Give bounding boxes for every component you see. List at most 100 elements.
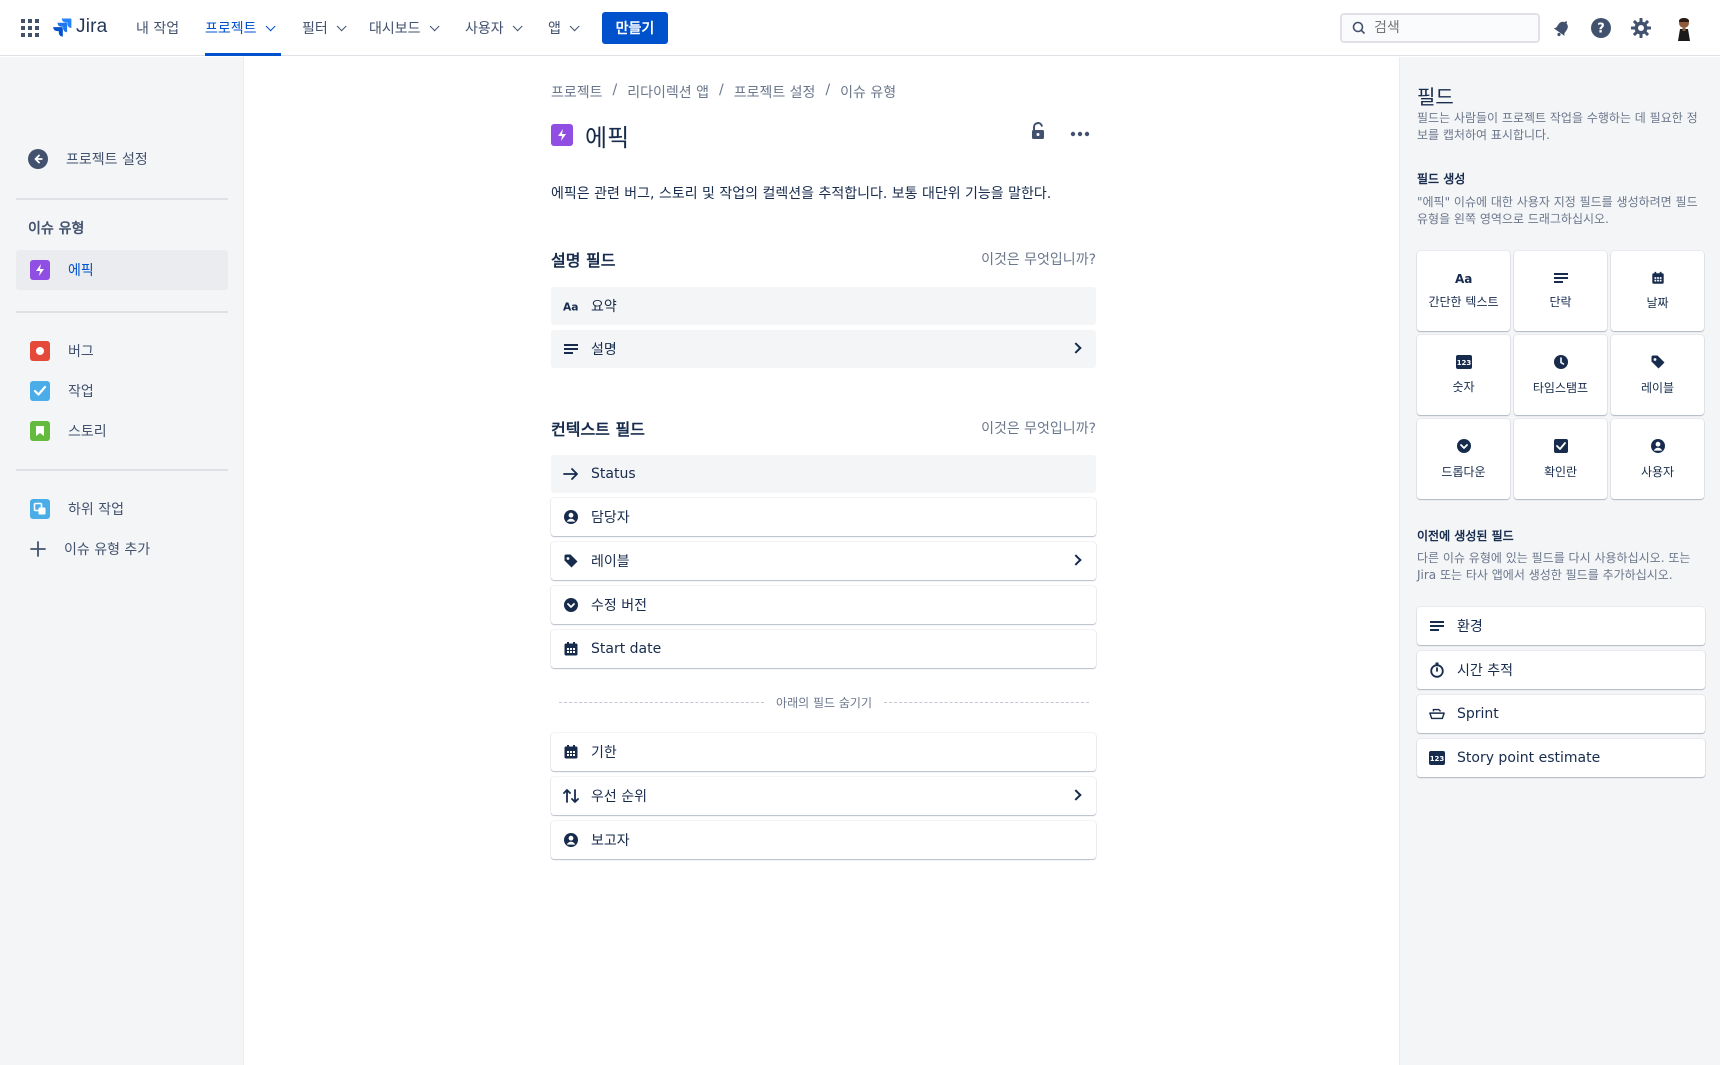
description-fields-header: 설명 필드 이것은 무엇입니까?	[551, 247, 1096, 271]
nav-label: 프로젝트	[205, 21, 257, 37]
tile-label: 단락	[1549, 295, 1572, 309]
tag-icon	[1650, 354, 1666, 373]
nav-my-work[interactable]: 내 작업	[136, 0, 179, 56]
svg-text:123: 123	[1430, 755, 1445, 763]
avatar[interactable]	[1672, 14, 1696, 42]
tile-label: 날짜	[1646, 296, 1669, 310]
field-assignee[interactable]: 담당자	[551, 498, 1096, 536]
chevron-down-icon	[569, 20, 580, 31]
tile-dropdown[interactable]: 드롭다운	[1417, 419, 1510, 499]
jira-logo-icon	[53, 18, 72, 37]
tile-number[interactable]: 123 숫자	[1417, 335, 1510, 415]
nav-filters[interactable]: 필터	[302, 0, 347, 56]
search-box[interactable]	[1340, 13, 1540, 43]
whats-this-link[interactable]: 이것은 무엇입니까?	[981, 418, 1096, 438]
field-reporter[interactable]: 보고자	[551, 821, 1096, 859]
more-actions-icon[interactable]	[1070, 125, 1090, 141]
breadcrumb-link[interactable]: 프로젝트 설정	[734, 82, 816, 102]
field-label: Status	[591, 466, 636, 482]
chevron-down-icon	[512, 20, 523, 31]
prev-field-sprint[interactable]: Sprint	[1417, 695, 1705, 733]
paragraph-icon	[1553, 272, 1568, 287]
section-title: 설명 필드	[551, 251, 616, 270]
epic-icon	[551, 124, 573, 146]
field-start-date[interactable]: Start date	[551, 630, 1096, 668]
user-icon	[563, 509, 579, 525]
text-icon: Aa	[563, 298, 579, 314]
prev-field-environment[interactable]: 환경	[1417, 607, 1705, 645]
create-field-description: "에픽" 이슈에 대한 사용자 지정 필드를 생성하려면 필드 유형을 왼쪽 영…	[1417, 195, 1698, 226]
prev-field-label: Sprint	[1457, 706, 1499, 722]
subtask-icon	[30, 499, 50, 519]
title-row: 에픽	[551, 120, 1096, 152]
svg-text:?: ?	[1597, 22, 1605, 37]
dashed-line	[883, 702, 1090, 703]
chevron-down-icon	[429, 20, 440, 31]
help-icon[interactable]: ?	[1589, 16, 1613, 40]
tile-label: 레이블	[1640, 381, 1675, 395]
sidebar-item-story[interactable]: 스토리	[16, 411, 228, 451]
tile-label: 사용자	[1640, 465, 1675, 479]
notifications-icon[interactable]	[1550, 16, 1574, 40]
tile-label: 확인란	[1543, 465, 1578, 479]
tile-short-text[interactable]: Aa 간단한 텍스트	[1417, 251, 1510, 331]
unlock-icon[interactable]	[1030, 122, 1046, 144]
app-switcher-icon[interactable]	[20, 18, 40, 38]
nav-apps[interactable]: 앱	[548, 0, 580, 56]
plus-icon	[28, 539, 48, 559]
tile-date[interactable]: 날짜	[1611, 251, 1704, 331]
dropdown-icon	[563, 597, 579, 613]
sprint-icon	[1429, 706, 1445, 722]
sidebar-item-task[interactable]: 작업	[16, 371, 228, 411]
field-labels[interactable]: 레이블	[551, 542, 1096, 580]
checkbox-icon	[1553, 438, 1569, 457]
sidebar-item-label: 버그	[68, 344, 94, 360]
prev-field-story-points[interactable]: 123 Story point estimate	[1417, 739, 1705, 777]
add-issue-type-button[interactable]: 이슈 유형 추가	[16, 529, 228, 569]
number-icon: 123	[1429, 750, 1445, 766]
arrow-right-icon	[563, 466, 579, 482]
task-icon	[30, 381, 50, 401]
jira-logo[interactable]: Jira	[52, 16, 107, 38]
sidebar-divider	[16, 198, 228, 200]
sidebar-item-label: 에픽	[68, 263, 94, 279]
calendar-icon	[563, 641, 579, 657]
tile-timestamp[interactable]: 타임스탬프	[1514, 335, 1607, 415]
panel-title: 필드	[1417, 85, 1454, 109]
whats-this-link[interactable]: 이것은 무엇입니까?	[981, 249, 1096, 269]
nav-dashboards[interactable]: 대시보드	[369, 0, 440, 56]
back-to-project-settings[interactable]: 프로젝트 설정	[28, 149, 148, 169]
tile-label: 숫자	[1452, 380, 1475, 394]
breadcrumb-link[interactable]: 프로젝트	[551, 82, 603, 102]
nav-projects[interactable]: 프로젝트	[205, 0, 281, 56]
sidebar-item-label: 하위 작업	[68, 502, 124, 518]
nav-label: 사용자	[465, 21, 504, 37]
tile-user[interactable]: 사용자	[1611, 419, 1704, 499]
create-button[interactable]: 만들기	[602, 12, 668, 44]
tile-paragraph[interactable]: 단락	[1514, 251, 1607, 331]
field-summary: Aa 요약	[551, 287, 1096, 325]
field-due-date[interactable]: 기한	[551, 733, 1096, 771]
search-input[interactable]	[1374, 20, 1524, 36]
field-description[interactable]: 설명	[551, 330, 1096, 368]
logo-text: Jira	[76, 16, 108, 37]
calendar-icon	[563, 744, 579, 760]
prev-field-time-tracking[interactable]: 시간 추적	[1417, 651, 1705, 689]
settings-gear-icon[interactable]	[1629, 16, 1653, 40]
tile-checkbox[interactable]: 확인란	[1514, 419, 1607, 499]
field-priority[interactable]: 우선 순위	[551, 777, 1096, 815]
title-actions	[1030, 122, 1090, 144]
back-label: 프로젝트 설정	[66, 152, 148, 168]
field-status: Status	[551, 455, 1096, 493]
field-label: 담당자	[591, 510, 630, 526]
sidebar-item-subtask[interactable]: 하위 작업	[16, 489, 228, 529]
sidebar-item-bug[interactable]: 버그	[16, 331, 228, 371]
breadcrumb-link[interactable]: 리다이렉션 앱	[627, 82, 709, 102]
clock-icon	[1553, 354, 1569, 373]
tile-labels[interactable]: 레이블	[1611, 335, 1704, 415]
field-fix-version[interactable]: 수정 버전	[551, 586, 1096, 624]
chevron-down-icon	[265, 20, 276, 31]
nav-people[interactable]: 사용자	[465, 0, 523, 56]
breadcrumb-link[interactable]: 이슈 유형	[840, 82, 896, 102]
sidebar-item-epic[interactable]: 에픽	[16, 250, 228, 290]
